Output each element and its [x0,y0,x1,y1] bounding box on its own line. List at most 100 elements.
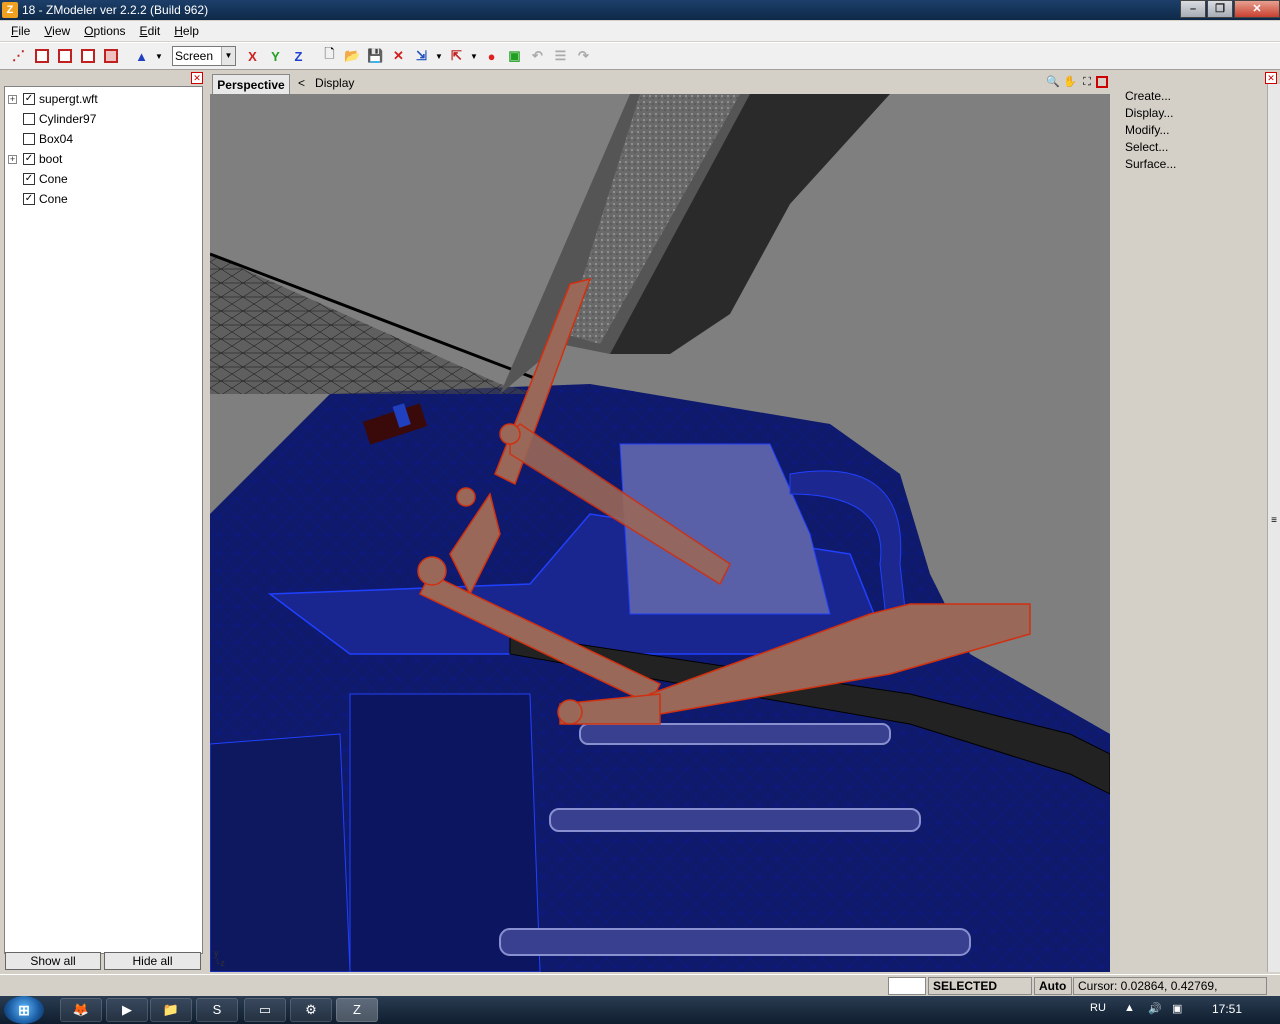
show-all-button[interactable]: Show all [5,952,101,970]
select-face-icon[interactable] [77,46,98,67]
scroll-grip-icon[interactable]: ≡ [1269,514,1279,528]
command-panel-scrollbar[interactable]: ≡ [1267,84,1280,972]
visibility-checkbox[interactable]: ✓ [23,93,35,105]
utility-app-icon[interactable]: ⚙ [290,998,332,1022]
selected-mode-indicator[interactable]: SELECTED MODE [928,977,1032,1009]
axis-x-toggle[interactable]: X [242,46,263,67]
menu-options[interactable]: Options [77,24,132,38]
open-folder-icon[interactable]: 📂 [342,46,363,67]
perspective-viewport[interactable]: y └z [210,94,1110,972]
window-app-icon[interactable]: ▭ [244,998,286,1022]
save-icon[interactable]: 💾 [365,46,386,67]
export-dropdown-icon[interactable]: ▼ [469,46,479,67]
tree-item-label: boot [39,152,63,166]
tree-item-label: Box04 [39,132,74,146]
tree-item-cone-2[interactable]: ✓ Cone [5,189,202,209]
chevron-down-icon: ▼ [221,47,235,65]
select-vertex-icon[interactable]: ⋰ [8,46,29,67]
command-display[interactable]: Display... [1125,106,1173,120]
skype-icon[interactable]: S [196,998,238,1022]
clock[interactable]: 17:51 [1212,1002,1242,1016]
selection-type-dropdown-icon[interactable]: ▼ [154,46,164,67]
menu-edit[interactable]: Edit [133,24,168,38]
zoom-icon[interactable]: 🔍 [1045,74,1061,90]
command-surface[interactable]: Surface... [1125,157,1176,171]
coordinate-space-select[interactable]: Screen ▼ [172,46,236,66]
expand-icon[interactable]: + [8,94,17,104]
tree-item-box04[interactable]: Box04 [5,129,202,149]
windows-logo-icon: ⊞ [18,1002,30,1018]
close-button[interactable]: ✕ [1234,0,1280,18]
tray-up-arrow-icon[interactable]: ▲ [1124,1002,1135,1014]
viewport-header: Perspective < Display 🔍 ✋ ⛶ [210,72,1110,94]
main-toolbar: ⋰ ▲ ▼ Screen ▼ X Y Z 🗋 📂 💾 ✕ ⇲ ▼ ⇱ ▼ ● ▣… [0,42,1280,70]
command-select[interactable]: Select... [1125,140,1168,154]
tab-perspective[interactable]: Perspective [212,74,290,94]
tree-item-boot[interactable]: + ✓ boot [5,149,202,169]
visibility-checkbox[interactable]: ✓ [23,153,35,165]
display-menu[interactable]: < Display [298,76,354,90]
history-icon[interactable]: ☰ [550,46,571,67]
tree-item-cone-1[interactable]: ✓ Cone [5,169,202,189]
redo-icon[interactable]: ↷ [573,46,594,67]
visibility-checkbox[interactable] [23,113,35,125]
language-indicator[interactable]: RU [1090,1002,1106,1014]
import-icon[interactable]: ⇲ [411,46,432,67]
new-file-icon[interactable]: 🗋 [319,46,340,67]
media-player-icon[interactable]: ▶ [106,998,148,1022]
visibility-checkbox[interactable]: ✓ [23,193,35,205]
firefox-icon[interactable]: 🦊 [60,998,102,1022]
maximize-button[interactable]: ❐ [1207,0,1233,18]
pan-hand-icon[interactable]: ✋ [1062,74,1078,90]
render-icon[interactable]: ● [481,46,502,67]
command-panel: ✕ Create... Display... Modify... Select.… [1112,72,1277,972]
import-dropdown-icon[interactable]: ▼ [434,46,444,67]
network-icon[interactable]: ▣ [1172,1002,1182,1015]
select-box-icon[interactable] [54,46,75,67]
tree-item-cylinder97[interactable]: Cylinder97 [5,109,202,129]
back-arrow-icon[interactable]: < [298,76,305,90]
menu-file[interactable]: File [4,24,37,38]
visibility-checkbox[interactable]: ✓ [23,173,35,185]
visibility-checkbox[interactable] [23,133,35,145]
windows-taskbar: ⊞ 🦊 ▶ 📁 S ▭ ⚙ Z RU ▲ 🔊 ▣ 17:51 [0,996,1280,1024]
start-button[interactable]: ⊞ [4,996,44,1024]
display-label: Display [315,76,355,90]
system-tray: RU ▲ 🔊 ▣ 17:51 [1060,996,1280,1024]
object-tree: + ✓ supergt.wft Cylinder97 Box04 + ✓ boo… [4,86,203,954]
menu-view[interactable]: View [37,24,77,38]
volume-icon[interactable]: 🔊 [1148,1002,1162,1015]
undo-icon[interactable]: ↶ [527,46,548,67]
select-cube-icon[interactable] [31,46,52,67]
export-icon[interactable]: ⇱ [446,46,467,67]
tree-item-label: Cone [39,172,68,186]
fit-view-icon[interactable]: ⛶ [1079,74,1095,90]
status-blank-cell [888,977,926,995]
axis-y-label: y [214,948,219,958]
zmodeler-app-icon[interactable]: Z [2,2,18,18]
scene-render [210,94,1110,972]
explorer-icon[interactable]: 📁 [150,998,192,1022]
expand-icon[interactable]: + [8,154,17,164]
axis-y-toggle[interactable]: Y [265,46,286,67]
delete-icon[interactable]: ✕ [388,46,409,67]
command-modify[interactable]: Modify... [1125,123,1169,137]
panel-close-icon[interactable]: ✕ [1265,72,1277,84]
minimize-button[interactable]: – [1180,0,1206,18]
axis-z-toggle[interactable]: Z [288,46,309,67]
tree-item-label: Cylinder97 [39,112,97,126]
axis-z-label: z [220,958,225,968]
select-object-icon[interactable] [100,46,121,67]
zmodeler-taskbar-icon[interactable]: Z [336,998,378,1022]
hide-all-button[interactable]: Hide all [104,952,201,970]
title-bar: Z 18 - ZModeler ver 2.2.2 (Build 962) – … [0,0,1280,20]
material-editor-icon[interactable]: ▣ [504,46,525,67]
selection-type-icon[interactable]: ▲ [131,46,152,67]
tree-item-label: supergt.wft [39,92,98,106]
auto-mode-indicator[interactable]: Auto [1034,977,1072,995]
maximize-viewport-icon[interactable] [1096,76,1108,88]
command-create[interactable]: Create... [1125,89,1171,103]
menu-help[interactable]: Help [167,24,206,38]
panel-close-icon[interactable]: ✕ [191,72,203,84]
tree-item-supergt[interactable]: + ✓ supergt.wft [5,89,202,109]
